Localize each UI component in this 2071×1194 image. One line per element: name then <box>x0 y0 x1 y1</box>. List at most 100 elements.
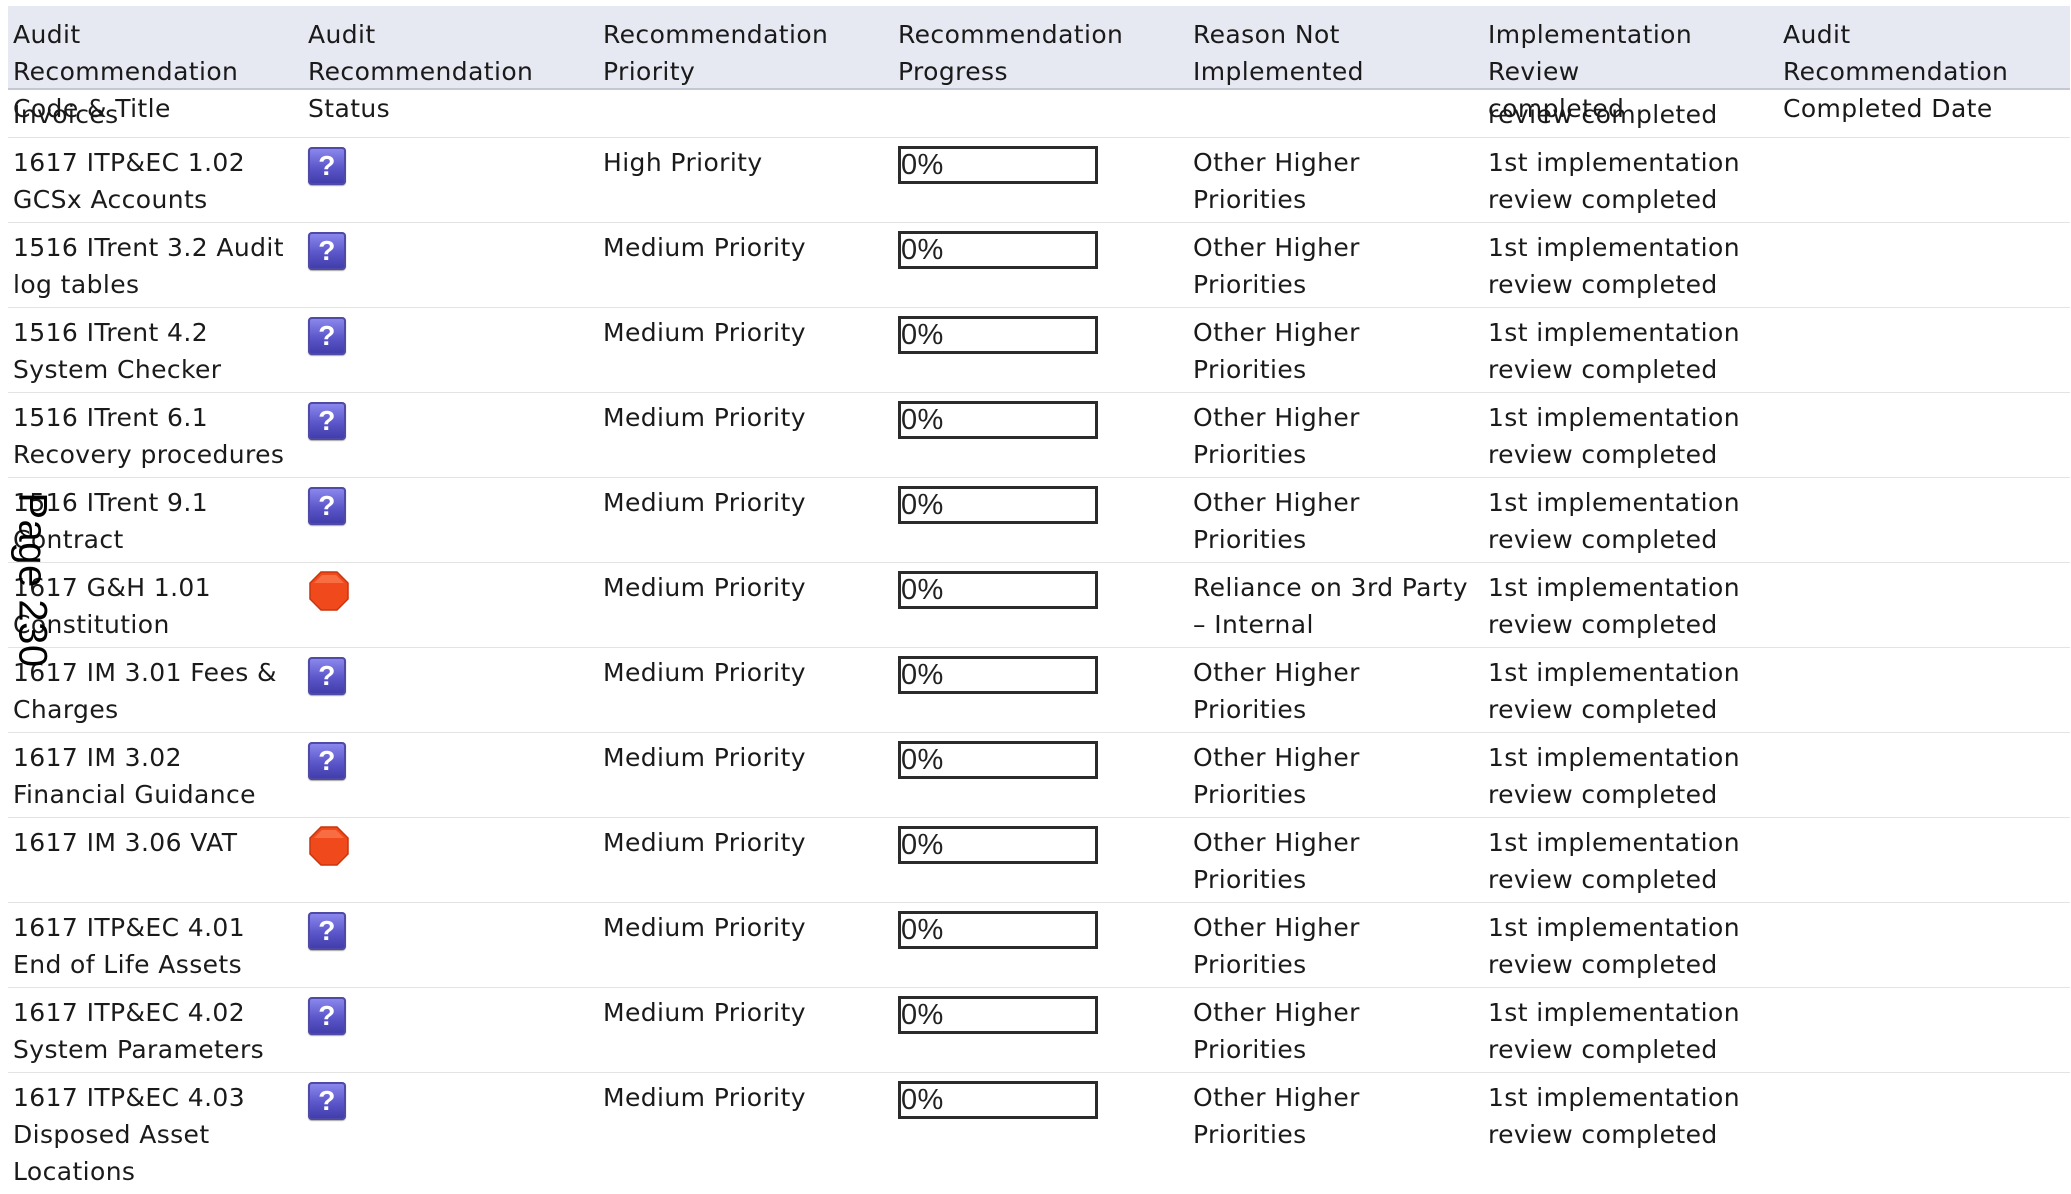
table-row: 1516 ITrent 4.2 System Checker? Medium Pr… <box>8 308 2070 393</box>
status-cell: ? <box>303 648 598 732</box>
priority-cell: Medium Priority <box>603 743 806 772</box>
priority-cell: Medium Priority <box>603 233 806 262</box>
code-title-cell: 1516 ITrent 3.2 Audit log tables <box>13 233 284 299</box>
progress-cell: 0% <box>893 393 1188 477</box>
progress-value: 0% <box>898 401 1098 439</box>
status-cell: ? <box>303 223 598 307</box>
completed-date-cell <box>1778 393 2070 477</box>
completed-date-cell <box>1778 733 2070 817</box>
reason-cell: Other Higher Priorities <box>1193 913 1360 979</box>
progress-cell: 0% <box>893 903 1188 987</box>
question-mark-icon: ? <box>308 232 346 270</box>
review-cell: 1st implementation review completed <box>1488 998 1740 1064</box>
code-title-cell: 1617 ITP&EC 4.01 End of Life Assets <box>13 913 246 979</box>
page-stamp: Page 230 <box>10 492 55 668</box>
question-mark-icon: ? <box>308 1082 346 1120</box>
code-title-cell: 1516 ITrent 6.1 Recovery procedures <box>13 403 285 469</box>
progress-cell: 0% <box>893 308 1188 392</box>
table-body: 1617 ITP&EC 1.02 GCSx Accounts? High Prio… <box>8 138 2070 1194</box>
review-cell: 1st implementation review completed <box>1488 658 1740 724</box>
status-cell: ? <box>303 308 598 392</box>
completed-date-cell <box>1778 138 2070 222</box>
progress-value: 0% <box>898 996 1098 1034</box>
progress-cell: 0% <box>893 563 1188 647</box>
table-row: 1617 ITP&EC 4.03 Disposed Asset Location… <box>8 1073 2070 1194</box>
completed-date-cell <box>1778 818 2070 902</box>
code-title-cell: 1617 IM 3.02 Financial Guidance <box>13 743 256 809</box>
red-stop-icon <box>309 571 349 611</box>
priority-cell: Medium Priority <box>603 573 806 602</box>
table-row: 1617 IM 3.06 VAT Medium Priority 0% Other H… <box>8 818 2070 903</box>
completed-date-cell <box>1778 903 2070 987</box>
progress-value: 0% <box>898 826 1098 864</box>
progress-cell: 0% <box>893 818 1188 902</box>
priority-cell: Medium Priority <box>603 488 806 517</box>
progress-cell: 0% <box>893 223 1188 307</box>
completed-date-cell <box>1778 563 2070 647</box>
review-cell: 1st implementation review completed <box>1488 743 1740 809</box>
priority-cell: Medium Priority <box>603 403 806 432</box>
progress-cell: 0% <box>893 478 1188 562</box>
review-cell: 1st implementation review completed <box>1488 148 1740 214</box>
progress-value: 0% <box>898 316 1098 354</box>
question-mark-icon: ? <box>308 912 346 950</box>
completed-date-cell <box>1778 648 2070 732</box>
reason-cell: Reliance on 3rd Party – Internal <box>1193 573 1468 639</box>
code-title-cell: 1617 ITP&EC 4.02 System Parameters <box>13 998 265 1064</box>
priority-cell: Medium Priority <box>603 658 806 687</box>
priority-cell: Medium Priority <box>603 828 806 857</box>
table-row: 1617 ITP&EC 4.01 End of Life Assets? Medi… <box>8 903 2070 988</box>
progress-value: 0% <box>898 571 1098 609</box>
status-cell: ? <box>303 733 598 817</box>
progress-cell: 0% <box>893 1073 1188 1194</box>
code-title-cell: 1617 IM 3.06 VAT <box>13 828 238 857</box>
priority-cell: Medium Priority <box>603 318 806 347</box>
completed-date-cell <box>1778 478 2070 562</box>
reason-cell: Other Higher Priorities <box>1193 658 1360 724</box>
review-cell: 1st implementation review completed <box>1488 488 1740 554</box>
progress-cell: 0% <box>893 648 1188 732</box>
review-cell: 1st implementation review completed <box>1488 828 1740 894</box>
reason-cell: Other Higher Priorities <box>1193 743 1360 809</box>
review-cell: 1st implementation review completed <box>1488 403 1740 469</box>
progress-value: 0% <box>898 1081 1098 1119</box>
code-title-cell: 1516 ITrent 4.2 System Checker <box>13 318 222 384</box>
code-title-cell: 1617 ITP&EC 4.03 Disposed Asset Location… <box>13 1083 246 1186</box>
progress-value: 0% <box>898 741 1098 779</box>
table-row: 1617 ITP&EC 1.02 GCSx Accounts? High Prio… <box>8 138 2070 223</box>
status-cell: ? <box>303 988 598 1072</box>
completed-date-cell <box>1778 223 2070 307</box>
priority-cell: Medium Priority <box>603 1083 806 1112</box>
reason-cell: Other Higher Priorities <box>1193 233 1360 299</box>
status-cell: ? <box>303 1073 598 1194</box>
status-cell: ? <box>303 393 598 477</box>
question-mark-icon: ? <box>308 657 346 695</box>
review-cell: review completed <box>1488 100 1718 129</box>
reason-cell: Other Higher Priorities <box>1193 998 1360 1064</box>
review-cell: 1st implementation review completed <box>1488 1083 1740 1149</box>
completed-date-cell <box>1778 988 2070 1072</box>
reason-cell: Other Higher Priorities <box>1193 148 1360 214</box>
progress-cell: 0% <box>893 988 1188 1072</box>
progress-cell: 0% <box>893 138 1188 222</box>
status-cell: ? <box>303 478 598 562</box>
reason-cell: Other Higher Priorities <box>1193 403 1360 469</box>
priority-cell: Medium Priority <box>603 913 806 942</box>
priority-cell: Medium Priority <box>603 998 806 1027</box>
status-cell <box>303 563 598 647</box>
table-row: 1516 ITrent 9.1 Contract? Medium Priority… <box>8 478 2070 563</box>
table-header: Audit Recommendation Code & Title Audit … <box>8 6 2070 123</box>
table-row: 1516 ITrent 6.1 Recovery procedures? Medi… <box>8 393 2070 478</box>
question-mark-icon: ? <box>308 742 346 780</box>
audit-recommendations-table: Audit Recommendation Code & Title Audit … <box>8 6 2070 1194</box>
table-row: 1617 G&H 1.01 Constitution Medium Priorit… <box>8 563 2070 648</box>
review-cell: 1st implementation review completed <box>1488 233 1740 299</box>
question-mark-icon: ? <box>308 317 346 355</box>
question-mark-icon: ? <box>308 402 346 440</box>
reason-cell: Other Higher Priorities <box>1193 828 1360 894</box>
red-stop-icon <box>309 826 349 866</box>
question-mark-icon: ? <box>308 997 346 1035</box>
priority-cell: High Priority <box>603 148 763 177</box>
completed-date-cell <box>1778 1073 2070 1194</box>
reason-cell: Other Higher Priorities <box>1193 318 1360 384</box>
